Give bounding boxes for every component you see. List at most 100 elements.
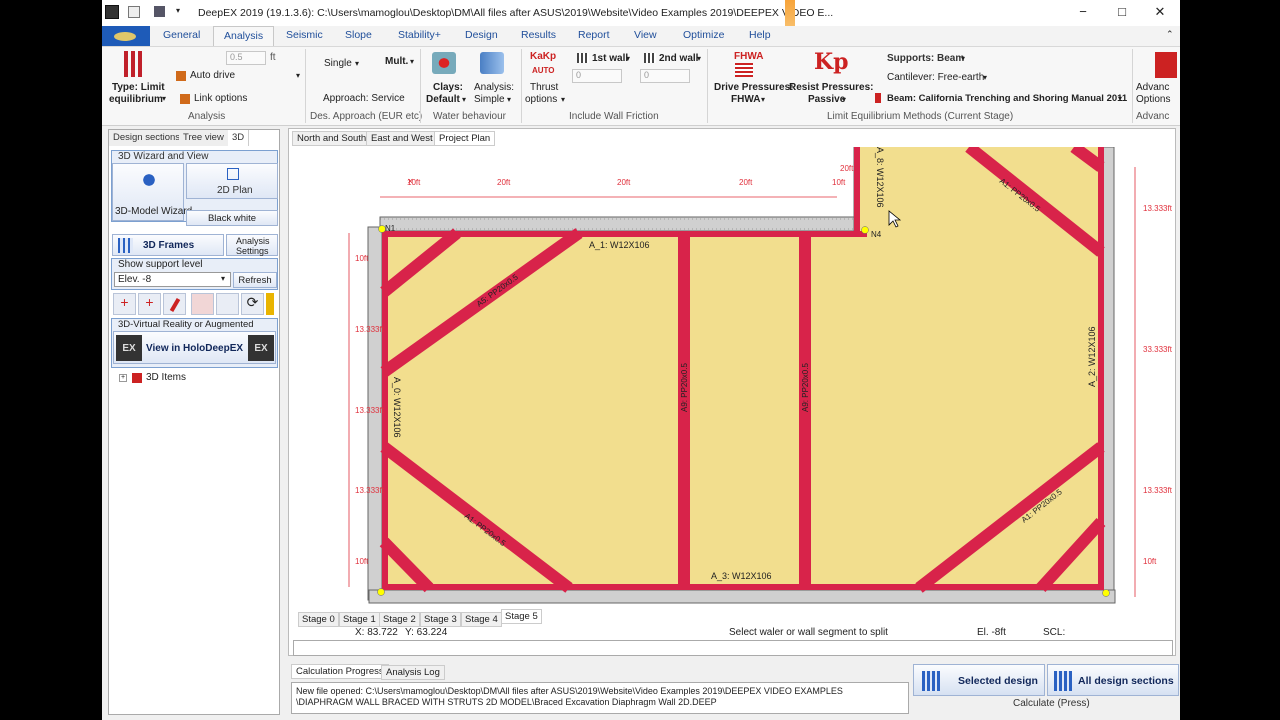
tab-view[interactable]: View [634, 29, 657, 41]
tab-results[interactable]: Results [521, 29, 556, 41]
type-limit-label[interactable]: Type: Limit [112, 82, 165, 93]
plan-2d-button[interactable]: 2D Plan [186, 163, 278, 199]
tab-stage-0[interactable]: Stage 0 [298, 612, 339, 627]
quick-access-dropdown-icon[interactable]: ▾ [176, 6, 180, 15]
split-tool-icon[interactable] [216, 293, 239, 315]
calculator-icon [922, 671, 940, 691]
refresh-button[interactable]: Refresh [233, 272, 277, 288]
tab-project-plan[interactable]: Project Plan [434, 131, 496, 146]
model-wizard-button[interactable]: 3D-Model Wizard [112, 163, 192, 221]
tab-help[interactable]: Help [749, 29, 771, 41]
tab-design-sections[interactable]: Design sections [109, 130, 186, 146]
dim-top-0: 10ft [407, 178, 421, 187]
elevation-select[interactable]: Elev. -8 ▾ [114, 272, 231, 287]
advanced-options-button-2[interactable]: Options [1136, 94, 1170, 105]
group-advanced-label: Advanc [1136, 111, 1170, 122]
beam-manual-dropdown[interactable]: Beam: California Trenching and Shoring M… [887, 93, 1127, 104]
passive-dropdown[interactable]: Passive [808, 94, 845, 105]
chevron-down-icon: ▾ [697, 54, 702, 63]
selected-design-button[interactable]: Selected design [913, 664, 1045, 696]
deepex-logo-icon: EX [116, 335, 142, 361]
second-wall-input[interactable]: 0 [640, 69, 690, 83]
maximize-button[interactable]: □ [1107, 4, 1137, 22]
first-wall-dropdown[interactable]: 1st wall [592, 53, 628, 64]
clays-default-dropdown[interactable]: Default [426, 94, 460, 105]
tab-east-west[interactable]: East and West [366, 131, 438, 146]
plan-drawing[interactable]: ✕ 10ft 20ft 20ft 20ft 10ft 20ft 13.333ft… [289, 147, 1175, 607]
wall1-icon [577, 53, 589, 63]
advanced-options-button[interactable]: Advanc [1136, 82, 1169, 93]
support-tool-icon[interactable] [191, 293, 214, 315]
dim-right-2: 13.333ft [1143, 486, 1173, 495]
drive-fhwa-dropdown[interactable]: FHWA [731, 94, 760, 105]
tab-stability[interactable]: Stability+ [398, 29, 441, 41]
frames-icon [118, 238, 133, 253]
tab-3d[interactable]: 3D [228, 130, 250, 146]
tab-report[interactable]: Report [578, 29, 610, 41]
tab-slope[interactable]: Slope [345, 29, 372, 41]
bottom-panel: Calculation Progress Analysis Log New fi… [288, 662, 909, 716]
tab-calculation-progress[interactable]: Calculation Progress [291, 664, 389, 679]
tab-stage-3[interactable]: Stage 3 [420, 612, 461, 627]
second-wall-dropdown[interactable]: 2nd wall [659, 53, 698, 64]
group-limit-label: Limit Equilibrium Methods (Current Stage… [827, 111, 1014, 122]
tree-3d-items[interactable]: 3D Items [146, 372, 186, 383]
tab-stage-4[interactable]: Stage 4 [461, 612, 502, 627]
rotate-tool-icon[interactable]: ⟳ [241, 293, 264, 315]
first-wall-input[interactable]: 0 [572, 69, 622, 83]
chevron-down-icon: ▾ [162, 94, 167, 103]
analysis-simple-dropdown[interactable]: Simple [474, 94, 505, 105]
quick-access-icon[interactable] [128, 6, 140, 18]
link-options-button[interactable]: Link options [194, 93, 247, 104]
tab-analysis[interactable]: Analysis [213, 26, 275, 46]
supports-dropdown[interactable]: Supports: Beam [887, 53, 964, 64]
tab-tree-view[interactable]: Tree view [179, 130, 229, 146]
save-icon[interactable] [154, 6, 165, 17]
tab-analysis-log[interactable]: Analysis Log [381, 665, 445, 680]
command-input[interactable] [293, 640, 1173, 656]
node-n1-label: N1 [385, 224, 396, 233]
frames-3d-label: 3D Frames [143, 240, 195, 251]
auto-drive-input[interactable]: 0.5 [226, 51, 266, 65]
tab-design[interactable]: Design [465, 29, 498, 41]
edit-member-tool-icon[interactable] [163, 293, 186, 315]
chevron-down-icon: ▾ [355, 59, 360, 68]
ribbon-collapse-icon[interactable]: ⌃ [1166, 29, 1174, 40]
tab-north-south[interactable]: North and South [292, 131, 372, 146]
fhwa-icon-label: FHWA [734, 51, 764, 62]
tab-stage-2[interactable]: Stage 2 [379, 612, 420, 627]
cantilever-dropdown[interactable]: Cantilever: Free-earth [887, 72, 984, 83]
all-design-sections-button[interactable]: All design sections [1047, 664, 1179, 696]
chevron-down-icon: ▾ [561, 95, 566, 104]
link-icon [180, 94, 190, 104]
analysis-settings-button[interactable]: Analysis Settings [226, 234, 278, 256]
analysis-simple-icon [480, 52, 504, 74]
tab-stage-5[interactable]: Stage 5 [501, 609, 542, 624]
analysis-label[interactable]: Analysis: [474, 82, 514, 93]
black-white-button[interactable]: Black white [186, 210, 278, 226]
thrust-label[interactable]: Thrust [530, 82, 558, 93]
close-button[interactable]: ✕ [1145, 4, 1175, 22]
window-title: DeepEX 2019 (19.1.3.6): C:\Users\mamoglo… [198, 7, 834, 19]
auto-drive-button[interactable]: Auto drive [190, 70, 235, 81]
thrust-options-dropdown[interactable]: options [525, 94, 557, 105]
resist-pressures-label[interactable]: Resist Pressures: [789, 82, 874, 93]
equilibrium-label[interactable]: equilibrium [109, 94, 163, 105]
single-dropdown[interactable]: Single [324, 58, 352, 69]
tree-expand-icon[interactable]: + [119, 374, 127, 382]
approach-service-label[interactable]: Approach: Service [323, 93, 405, 104]
frames-3d-button[interactable]: 3D Frames [112, 234, 224, 256]
tab-seismic[interactable]: Seismic [286, 29, 323, 41]
deepex-window: ▾ DeepEX 2019 (19.1.3.6): C:\Users\mamog… [102, 0, 1180, 720]
tab-stage-1[interactable]: Stage 1 [339, 612, 380, 627]
add-waler-tool-icon[interactable]: + [113, 293, 136, 315]
tab-general[interactable]: General [163, 29, 200, 41]
view-holodeepex-button[interactable]: EX View in HoloDeepEX EX [113, 331, 276, 364]
clays-label[interactable]: Clays: [433, 82, 463, 93]
tab-optimize[interactable]: Optimize [683, 29, 724, 41]
drive-pressures-label[interactable]: Drive Pressures: [714, 82, 794, 93]
minimize-button[interactable]: − [1068, 4, 1098, 22]
file-menu-button[interactable] [102, 26, 150, 46]
add-strut-tool-icon[interactable]: + [138, 293, 161, 315]
mult-dropdown[interactable]: Mult. [385, 56, 408, 67]
